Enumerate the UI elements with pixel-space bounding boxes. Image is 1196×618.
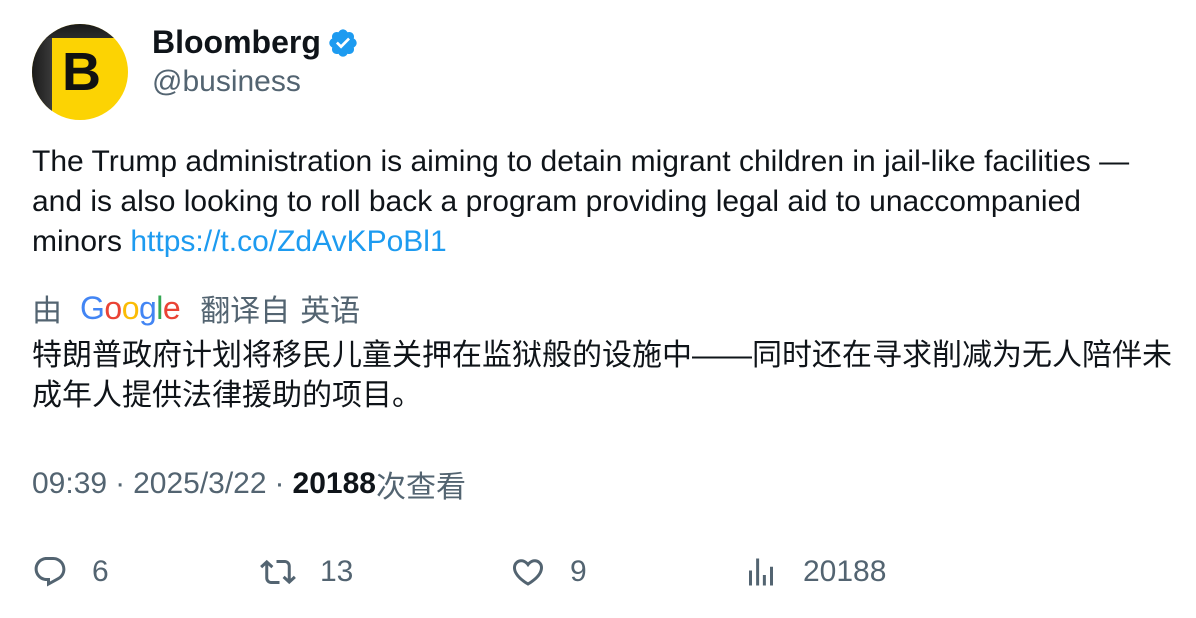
tweet-time[interactable]: 09:39 [32, 467, 107, 501]
avatar-shade [32, 24, 52, 120]
translation-attribution: 由 Google 翻译自 英语 [32, 288, 361, 329]
reply-button[interactable]: 6 [32, 550, 109, 594]
retweet-icon [260, 559, 296, 585]
avatar-top-shade [32, 24, 128, 38]
view-count: 20188 [292, 467, 376, 500]
reply-icon [34, 557, 66, 587]
views-count: 20188 [803, 555, 887, 588]
meta-separator: · [274, 467, 285, 500]
retweet-button[interactable]: 13 [260, 550, 353, 594]
views-chart-icon [749, 558, 773, 586]
heart-icon [512, 559, 544, 586]
like-button[interactable]: 9 [510, 550, 587, 594]
action-bar: 6 13 9 20188 [32, 550, 1172, 594]
views-button[interactable]: 20188 [743, 550, 886, 594]
tweet-meta: 09:39 · 2025/3/22 · 20188 次查看 [32, 464, 466, 504]
tweet-text: The Trump administration is aiming to de… [32, 142, 1172, 262]
tweet-card: B Bloomberg @business The Trump administ… [0, 0, 1196, 618]
user-handle[interactable]: @business [152, 62, 301, 102]
google-logo: Google [80, 289, 181, 326]
retweet-count: 13 [320, 555, 354, 588]
meta-separator: · [115, 467, 126, 500]
translated-from-label: 翻译自 [200, 295, 291, 328]
translated-by-label: 由 [32, 295, 62, 328]
verified-badge-icon [329, 29, 357, 57]
avatar[interactable]: B [32, 24, 128, 120]
source-language: 英语 [300, 295, 361, 328]
avatar-logo-letter: B [62, 42, 101, 102]
tweet-link[interactable]: https://t.co/ZdAvKPoBl1 [130, 225, 446, 258]
view-count-label: 次查看 [375, 471, 466, 504]
translated-text: 特朗普政府计划将移民儿童关押在监狱般的设施中——同时还在寻求削减为无人陪伴未成年… [32, 339, 1172, 412]
display-name[interactable]: Bloomberg [152, 22, 321, 62]
tweet-date[interactable]: 2025/3/22 [133, 467, 266, 501]
reply-count: 6 [92, 555, 109, 588]
like-count: 9 [570, 555, 587, 588]
